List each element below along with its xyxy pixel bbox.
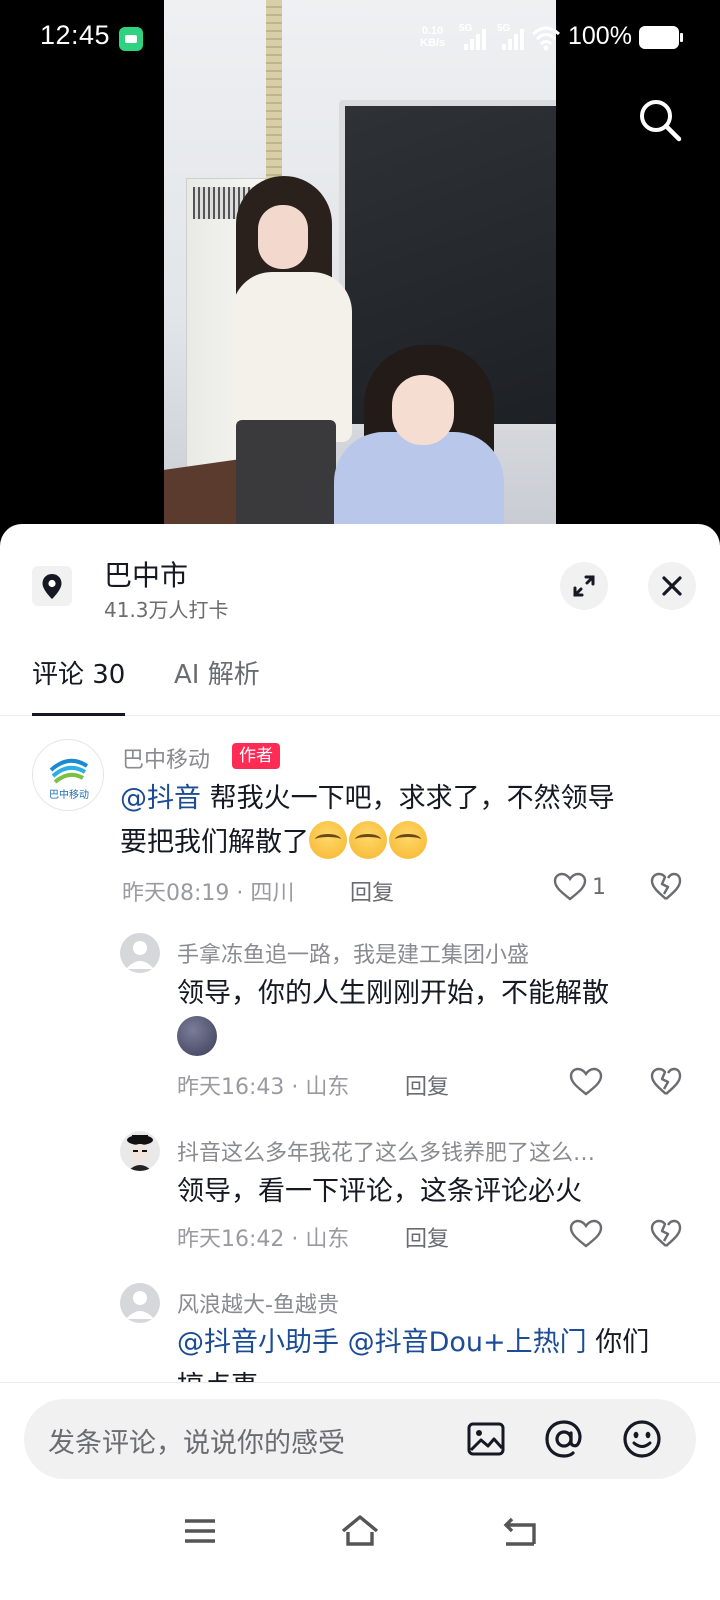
like-count: 1 xyxy=(592,875,606,900)
moon-face-emoji-icon xyxy=(177,1016,217,1056)
status-bar: 12:45 0.10 KB/s 5G 5G 100% xyxy=(0,0,720,76)
home-icon[interactable] xyxy=(338,1509,382,1553)
author-avatar[interactable]: 巴中移动 xyxy=(32,739,104,811)
comment-text: @抖音 帮我火一下吧，求求了，不然领导 要把我们解散了 xyxy=(120,783,615,859)
reply-button[interactable]: 回复 xyxy=(350,875,394,907)
comment-nickname[interactable]: 风浪越大-鱼越贵 xyxy=(177,1287,339,1319)
comment-text: @抖音小助手 @抖音Dou+上热门 你们搞点事 xyxy=(177,1327,650,1382)
comment-input-placeholder: 发条评论，说说你的感受 xyxy=(48,1428,345,1459)
close-button[interactable] xyxy=(648,562,696,610)
comment-text: 领导，看一下评论，这条评论必火 xyxy=(177,1176,582,1207)
like-icon[interactable] xyxy=(569,1067,603,1097)
china-mobile-logo: 巴中移动 xyxy=(49,758,89,801)
signal-icon-2 xyxy=(502,28,526,50)
comment-meta: 昨天16:42 · 山东 xyxy=(177,1227,350,1252)
expand-icon xyxy=(573,575,595,597)
comment-nickname[interactable]: 巴中移动 xyxy=(122,742,210,774)
tab-ai-analysis[interactable]: AI 解析 xyxy=(174,654,260,716)
mention-link[interactable]: @抖音Dou+上热门 xyxy=(348,1327,587,1358)
dislike-icon[interactable] xyxy=(650,1219,682,1249)
location-pin-icon xyxy=(32,566,72,606)
app-notification-icon xyxy=(119,27,143,51)
like-icon[interactable] xyxy=(553,872,587,902)
crying-emoji-icon xyxy=(389,821,427,859)
back-icon[interactable] xyxy=(498,1509,542,1553)
mention-at-icon[interactable] xyxy=(542,1417,586,1461)
emoji-icon[interactable] xyxy=(620,1417,664,1461)
location-checkins: 41.3万人打卡 xyxy=(104,598,229,622)
comment-input-bar: 发条评论，说说你的感受 xyxy=(0,1382,720,1600)
signal-icon-1 xyxy=(464,28,488,50)
clock: 12:45 xyxy=(40,20,111,50)
video-player[interactable] xyxy=(0,0,720,525)
comment-sheet: 巴中市 41.3万人打卡 评论 30 AI 解析 巴中移动 巴中移动 作者 @抖… xyxy=(0,524,720,1600)
tab-comments[interactable]: 评论 30 xyxy=(32,654,126,716)
comment-nickname[interactable]: 抖音这么多年我花了这么多钱养肥了这么… xyxy=(177,1135,595,1167)
author-badge: 作者 xyxy=(232,743,280,769)
reply-button[interactable]: 回复 xyxy=(405,1221,449,1253)
search-icon[interactable] xyxy=(636,96,684,144)
crying-emoji-icon xyxy=(349,821,387,859)
tab-bar: 评论 30 AI 解析 xyxy=(0,654,720,716)
comment-list[interactable]: 巴中移动 巴中移动 作者 @抖音 帮我火一下吧，求求了，不然领导 要把我们解散了… xyxy=(0,717,720,1382)
system-navigation-bar xyxy=(0,1509,720,1569)
video-frame xyxy=(164,0,556,525)
location-title[interactable]: 巴中市 xyxy=(104,554,188,594)
comment-input[interactable]: 发条评论，说说你的感受 xyxy=(24,1399,696,1479)
standing-person xyxy=(258,205,308,269)
mention-link[interactable]: @抖音 xyxy=(120,783,201,814)
close-icon xyxy=(662,576,682,596)
comment-meta: 昨天08:19 · 四川 xyxy=(122,881,295,906)
commenter-avatar[interactable] xyxy=(120,1283,160,1323)
seated-person xyxy=(392,375,454,445)
like-icon[interactable] xyxy=(569,1219,603,1249)
battery-percent: 100% xyxy=(568,22,632,50)
menu-icon[interactable] xyxy=(178,1509,222,1553)
crying-emoji-icon xyxy=(309,821,347,859)
svg-text:巴中移动: 巴中移动 xyxy=(49,788,89,801)
commenter-avatar[interactable] xyxy=(120,1131,160,1171)
dislike-icon[interactable] xyxy=(650,1067,682,1097)
commenter-avatar[interactable] xyxy=(120,933,160,973)
comment-text: 领导，你的人生刚刚开始，不能解散 xyxy=(177,972,677,1060)
wifi-icon xyxy=(531,26,561,51)
network-speed: 0.10 KB/s xyxy=(420,25,446,49)
comment-meta: 昨天16:43 · 山东 xyxy=(177,1075,350,1100)
expand-button[interactable] xyxy=(560,562,608,610)
comment-nickname[interactable]: 手拿冻鱼追一路，我是建工集团小盛 xyxy=(177,937,529,969)
battery-icon xyxy=(639,26,683,49)
mention-link[interactable]: @抖音小助手 xyxy=(177,1327,339,1358)
image-icon[interactable] xyxy=(464,1417,508,1461)
dislike-icon[interactable] xyxy=(650,872,682,902)
reply-button[interactable]: 回复 xyxy=(405,1069,449,1101)
